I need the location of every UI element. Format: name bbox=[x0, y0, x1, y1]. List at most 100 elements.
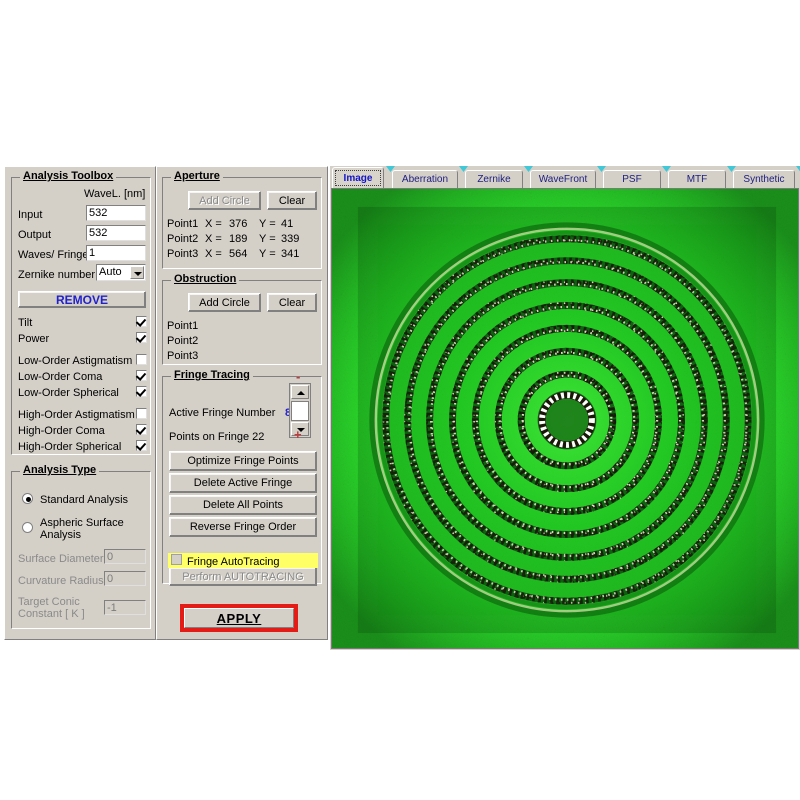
obstruction-title: Obstruction bbox=[171, 273, 239, 285]
aberration-label-5: High-Order Astigmatism bbox=[18, 409, 135, 421]
aspheric-analysis-label-line2: Analysis bbox=[40, 529, 81, 541]
spinner-thumb[interactable] bbox=[291, 401, 309, 421]
aperture-point-0-y-value: 41 bbox=[281, 218, 293, 230]
aperture-point-1-y-label: Y = bbox=[259, 233, 276, 245]
aperture-point-1-x-label: X = bbox=[205, 233, 222, 245]
perform-autotracing-button[interactable]: Perform AUTOTRACING bbox=[169, 567, 317, 586]
tab-aberration-label: Aberration bbox=[402, 174, 448, 185]
obstruction-clear-button[interactable]: Clear bbox=[267, 293, 317, 312]
aperture-point-2-x-value: 564 bbox=[229, 248, 247, 260]
tab-image[interactable]: Image bbox=[332, 167, 384, 188]
zernike-number-select[interactable]: Auto bbox=[96, 264, 146, 281]
delete-all-points-button[interactable]: Delete All Points bbox=[169, 495, 317, 515]
left-control-panel: Analysis Toolbox WaveL. [nm] Input 532 O… bbox=[4, 166, 156, 640]
zernike-number-value: Auto bbox=[99, 266, 122, 278]
aberration-checkbox-low-order-astigmatism[interactable] bbox=[136, 354, 147, 365]
input-label: Input bbox=[18, 209, 42, 221]
waves-per-fringe-label: Waves/ Fringe bbox=[18, 249, 89, 261]
aberration-checkbox-low-order-spherical[interactable] bbox=[136, 386, 147, 397]
target-conic-constant-field[interactable]: -1 bbox=[104, 600, 146, 615]
points-on-fringe-label: Points on Fringe 22 bbox=[169, 431, 264, 443]
fringe-tracing-title: Fringe Tracing bbox=[171, 369, 253, 381]
aberration-label-2: Low-Order Astigmatism bbox=[18, 355, 132, 367]
aspheric-analysis-label-line1: Aspheric Surface bbox=[40, 517, 124, 529]
obstruction-group: Obstruction Add Circle Clear Point1 Poin… bbox=[162, 280, 322, 365]
spinner-increment-sign[interactable]: + bbox=[294, 430, 302, 440]
interferogram-svg bbox=[332, 189, 798, 648]
reverse-fringe-order-button[interactable]: Reverse Fringe Order bbox=[169, 517, 317, 537]
fringe-autotracing-checkbox[interactable] bbox=[171, 554, 182, 565]
output-label: Output bbox=[18, 229, 51, 241]
tab-focus-ring bbox=[335, 170, 381, 186]
analysis-toolbox-title: Analysis Toolbox bbox=[20, 170, 116, 182]
chevron-down-icon[interactable] bbox=[130, 266, 144, 279]
aperture-point-2-y-label: Y = bbox=[259, 248, 276, 260]
aberration-label-6: High-Order Coma bbox=[18, 425, 105, 437]
tab-zernike[interactable]: Zernike bbox=[465, 170, 523, 188]
obstruction-add-circle-button[interactable]: Add Circle bbox=[188, 293, 261, 312]
spinner-up-arrow-icon[interactable] bbox=[291, 385, 309, 399]
tab-bar: Image Aberration Zernike WaveFront PSF M… bbox=[330, 166, 800, 188]
aberration-checkbox-low-order-coma[interactable] bbox=[136, 370, 147, 381]
tab-mtf-label: MTF bbox=[687, 174, 708, 185]
delete-active-fringe-button[interactable]: Delete Active Fringe bbox=[169, 473, 317, 493]
tab-aberration[interactable]: Aberration bbox=[392, 170, 458, 188]
tab-notch-icon-7 bbox=[796, 166, 800, 172]
aberration-label-0: Tilt bbox=[18, 317, 32, 329]
aberration-checkbox-power[interactable] bbox=[136, 332, 147, 343]
obstruction-point-2: Point3 bbox=[167, 350, 198, 362]
aperture-point-1-y-value: 339 bbox=[281, 233, 299, 245]
output-wavelength-field[interactable]: 532 bbox=[86, 225, 146, 241]
aberration-label-7: High-Order Spherical bbox=[18, 441, 121, 453]
aperture-point-0-x-value: 376 bbox=[229, 218, 247, 230]
apply-button-frame: APPLY bbox=[180, 604, 298, 632]
curvature-radius-field[interactable]: 0 bbox=[104, 571, 146, 586]
zernike-number-label: Zernike number bbox=[18, 269, 95, 281]
wavelength-header: WaveL. [nm] bbox=[84, 188, 145, 200]
aperture-point-0-y-label: Y = bbox=[259, 218, 276, 230]
target-conic-label-line2: Constant [ K ] bbox=[18, 608, 85, 620]
aberration-label-1: Power bbox=[18, 333, 49, 345]
curvature-radius-label: Curvature Radius bbox=[18, 575, 104, 587]
apply-button[interactable]: APPLY bbox=[184, 608, 294, 628]
aberration-label-4: Low-Order Spherical bbox=[18, 387, 119, 399]
aperture-add-circle-button[interactable]: Add Circle bbox=[188, 191, 261, 210]
tab-zernike-label: Zernike bbox=[477, 174, 510, 185]
analysis-type-title: Analysis Type bbox=[20, 464, 99, 476]
aberration-checkbox-high-order-spherical[interactable] bbox=[136, 440, 147, 451]
tab-wavefront-label: WaveFront bbox=[539, 174, 588, 185]
surface-diameter-field[interactable]: 0 bbox=[104, 549, 146, 564]
analysis-toolbox-group: Analysis Toolbox WaveL. [nm] Input 532 O… bbox=[11, 177, 151, 455]
interferogram-image-area[interactable] bbox=[331, 188, 799, 649]
application-window: Analysis Toolbox WaveL. [nm] Input 532 O… bbox=[0, 0, 800, 800]
page-bottom-whitespace bbox=[0, 650, 800, 800]
tab-mtf[interactable]: MTF bbox=[668, 170, 726, 188]
remove-button[interactable]: REMOVE bbox=[18, 291, 146, 308]
aperture-point-0-name: Point1 bbox=[167, 218, 198, 230]
tab-psf-label: PSF bbox=[622, 174, 641, 185]
waves-per-fringe-field[interactable]: 1 bbox=[86, 245, 146, 261]
aperture-point-2-y-value: 341 bbox=[281, 248, 299, 260]
tab-wavefront[interactable]: WaveFront bbox=[530, 170, 596, 188]
fringe-autotracing-label: Fringe AutoTracing bbox=[187, 556, 280, 568]
tab-synthetic-label: Synthetic bbox=[743, 174, 784, 185]
aberration-checkbox-tilt[interactable] bbox=[136, 316, 147, 327]
radio-standard-analysis[interactable] bbox=[22, 493, 33, 504]
aperture-title: Aperture bbox=[171, 170, 223, 182]
aberration-checkbox-high-order-astigmatism[interactable] bbox=[136, 408, 147, 419]
aperture-point-1-x-value: 189 bbox=[229, 233, 247, 245]
aperture-clear-button[interactable]: Clear bbox=[267, 191, 317, 210]
aberration-checkbox-high-order-coma[interactable] bbox=[136, 424, 147, 435]
radio-aspheric-surface-analysis[interactable] bbox=[22, 522, 33, 533]
active-fringe-number-label: Active Fringe Number bbox=[169, 407, 275, 419]
optimize-fringe-points-button[interactable]: Optimize Fringe Points bbox=[169, 451, 317, 471]
input-wavelength-field[interactable]: 532 bbox=[86, 205, 146, 221]
spinner-decrement-sign[interactable]: - bbox=[296, 372, 300, 382]
aperture-point-2-name: Point3 bbox=[167, 248, 198, 260]
tab-psf[interactable]: PSF bbox=[603, 170, 661, 188]
tab-synthetic[interactable]: Synthetic bbox=[733, 170, 795, 188]
aperture-group: Aperture Add Circle Clear Point1 X = 376… bbox=[162, 177, 322, 269]
target-conic-label-line1: Target Conic bbox=[18, 596, 80, 608]
aperture-point-1-name: Point2 bbox=[167, 233, 198, 245]
standard-analysis-label: Standard Analysis bbox=[40, 494, 128, 506]
